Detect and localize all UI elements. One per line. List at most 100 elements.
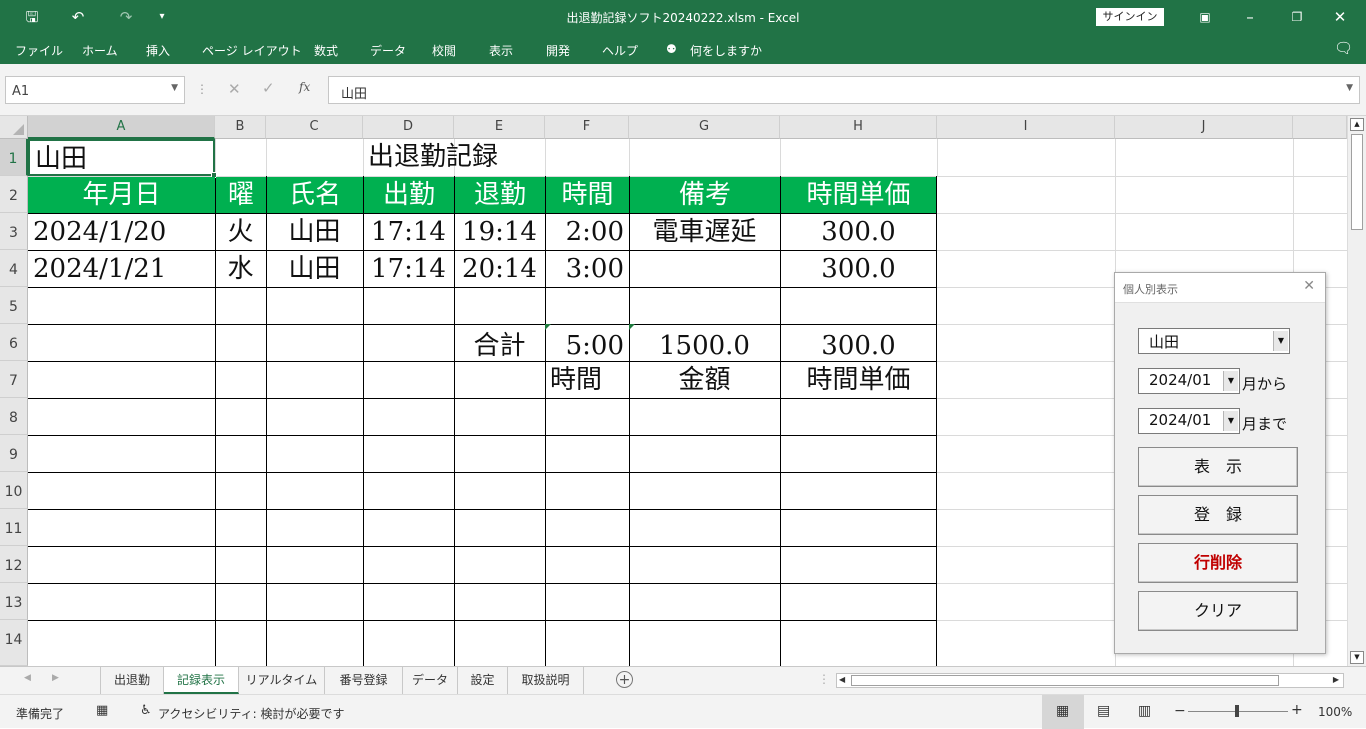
chevron-down-icon[interactable]: ▼ [1273, 331, 1288, 351]
page-layout-view-icon[interactable]: ▤ [1097, 703, 1110, 719]
cell-total-rate[interactable]: 300.0 [780, 328, 937, 364]
scroll-left-icon[interactable]: ◀ [839, 675, 845, 684]
zoom-out-icon[interactable]: − [1174, 703, 1186, 719]
sheet-title[interactable]: 出退勤記録 [363, 139, 623, 176]
header-name[interactable]: 氏名 [267, 177, 363, 213]
cell-f4[interactable]: 3:00 [545, 251, 629, 287]
sheet-tab-realtime[interactable]: リアルタイム [239, 667, 325, 694]
zoom-in-icon[interactable]: + [1291, 702, 1303, 718]
normal-view-button[interactable]: ▦ [1042, 695, 1084, 729]
sheet-tab-number-register[interactable]: 番号登録 [325, 667, 403, 694]
column-header-j[interactable]: J [1115, 116, 1293, 139]
header-date[interactable]: 年月日 [28, 177, 215, 213]
cell-g4[interactable] [629, 251, 780, 287]
column-header-h[interactable]: H [780, 116, 937, 139]
cell-total-label[interactable]: 合計 [454, 328, 545, 364]
close-icon[interactable]: ✕ [1330, 7, 1350, 27]
cell-f3[interactable]: 2:00 [545, 214, 629, 250]
column-header-b[interactable]: B [215, 116, 266, 139]
chevron-down-icon[interactable]: ▼ [1223, 411, 1238, 431]
tab-split-icon[interactable]: ⋮ [818, 672, 830, 686]
select-all-corner[interactable] [0, 116, 28, 139]
macro-record-icon[interactable]: ▦ [96, 703, 108, 718]
status-accessibility[interactable]: アクセシビリティ: 検討が必要です [158, 705, 345, 722]
row-header-5[interactable]: 5 [0, 287, 28, 324]
row-header-13[interactable]: 13 [0, 583, 28, 620]
cell-e4[interactable]: 20:14 [454, 251, 545, 287]
tab-formulas[interactable]: 数式 [314, 42, 338, 59]
tab-scroll-right-icon[interactable]: ▶ [52, 673, 59, 683]
row-header-4[interactable]: 4 [0, 250, 28, 287]
scroll-down-icon[interactable]: ▼ [1350, 651, 1364, 664]
comment-icon[interactable]: 🗨 [1334, 39, 1353, 57]
header-note[interactable]: 備考 [630, 177, 780, 213]
header-clock-in[interactable]: 出勤 [364, 177, 454, 213]
cell-h4[interactable]: 300.0 [780, 251, 937, 287]
row-header-14[interactable]: 14 [0, 620, 28, 666]
column-header-i[interactable]: I [937, 116, 1115, 139]
cell-total-time[interactable]: 5:00 [545, 328, 629, 364]
row-header-8[interactable]: 8 [0, 398, 28, 435]
header-weekday[interactable]: 曜 [216, 177, 266, 213]
header-hourly-rate[interactable]: 時間単価 [781, 177, 936, 213]
row-header-2[interactable]: 2 [0, 176, 28, 213]
tab-scroll-left-icon[interactable]: ◀ [24, 673, 31, 683]
from-month-select[interactable]: 2024/01 ▼ [1138, 368, 1240, 394]
insert-function-icon[interactable]: fx [299, 80, 310, 94]
scroll-up-icon[interactable]: ▲ [1350, 118, 1364, 131]
row-header-6[interactable]: 6 [0, 324, 28, 361]
cell-d4[interactable]: 17:14 [363, 251, 454, 287]
cell-a4[interactable]: 2024/1/21 [28, 251, 215, 287]
column-header-e[interactable]: E [454, 116, 545, 139]
tell-me-search[interactable]: 何をしますか [690, 42, 762, 59]
horizontal-scroll-thumb[interactable] [851, 675, 1279, 686]
cell-a3[interactable]: 2024/1/20 [28, 214, 215, 250]
cell-g3[interactable]: 電車遅延 [629, 214, 780, 250]
enter-icon[interactable]: ✓ [262, 79, 275, 97]
chevron-down-icon[interactable]: ▼ [171, 83, 178, 93]
cell-b4[interactable]: 水 [215, 251, 266, 287]
show-button[interactable]: 表 示 [1138, 447, 1298, 487]
register-button[interactable]: 登 録 [1138, 495, 1298, 535]
restore-icon[interactable]: ❐ [1287, 7, 1307, 27]
tab-page-layout[interactable]: ページ レイアウト [202, 42, 302, 59]
page-break-view-icon[interactable]: ▥ [1138, 703, 1151, 719]
tab-insert[interactable]: 挿入 [146, 42, 170, 59]
vertical-scrollbar[interactable]: ▲ ▼ [1347, 116, 1366, 666]
sheet-tab-settings[interactable]: 設定 [458, 667, 508, 694]
name-box[interactable]: A1 ▼ [5, 76, 185, 104]
clear-button[interactable]: クリア [1138, 591, 1298, 631]
sheet-tab-attendance[interactable]: 出退勤 [100, 667, 164, 694]
cell-h3[interactable]: 300.0 [780, 214, 937, 250]
tab-help[interactable]: ヘルプ [602, 42, 638, 59]
expand-formula-icon[interactable]: ▼ [1346, 83, 1353, 93]
scroll-right-icon[interactable]: ▶ [1333, 675, 1339, 684]
cell-label-amount[interactable]: 金額 [629, 362, 780, 398]
cell-c3[interactable]: 山田 [266, 214, 363, 250]
column-header-c[interactable]: C [266, 116, 363, 139]
signin-button[interactable]: サインイン [1096, 8, 1164, 26]
column-header-f[interactable]: F [545, 116, 629, 139]
row-header-9[interactable]: 9 [0, 435, 28, 472]
accessibility-icon[interactable]: ♿ [140, 703, 152, 718]
chevron-down-icon[interactable]: ▼ [1223, 371, 1238, 391]
ribbon-display-icon[interactable]: ▣ [1195, 7, 1215, 27]
column-header-k[interactable] [1293, 116, 1347, 139]
tab-review[interactable]: 校閲 [432, 42, 456, 59]
row-header-1[interactable]: 1 [0, 139, 28, 176]
column-header-d[interactable]: D [363, 116, 454, 139]
sheet-tab-record-view[interactable]: 記録表示 [164, 667, 239, 694]
dialog-close-icon[interactable]: ✕ [1303, 278, 1315, 294]
cell-a1[interactable]: 山田 [28, 139, 215, 176]
vertical-scroll-thumb[interactable] [1351, 134, 1363, 230]
to-month-select[interactable]: 2024/01 ▼ [1138, 408, 1240, 434]
row-header-7[interactable]: 7 [0, 361, 28, 398]
tab-data[interactable]: データ [370, 42, 406, 59]
horizontal-scrollbar[interactable]: ◀ ▶ [836, 673, 1344, 688]
tab-developer[interactable]: 開発 [546, 42, 570, 59]
column-header-g[interactable]: G [629, 116, 780, 139]
cell-c4[interactable]: 山田 [266, 251, 363, 287]
minimize-icon[interactable]: – [1240, 7, 1260, 27]
add-sheet-icon[interactable]: + [616, 671, 633, 688]
header-clock-out[interactable]: 退勤 [455, 177, 545, 213]
